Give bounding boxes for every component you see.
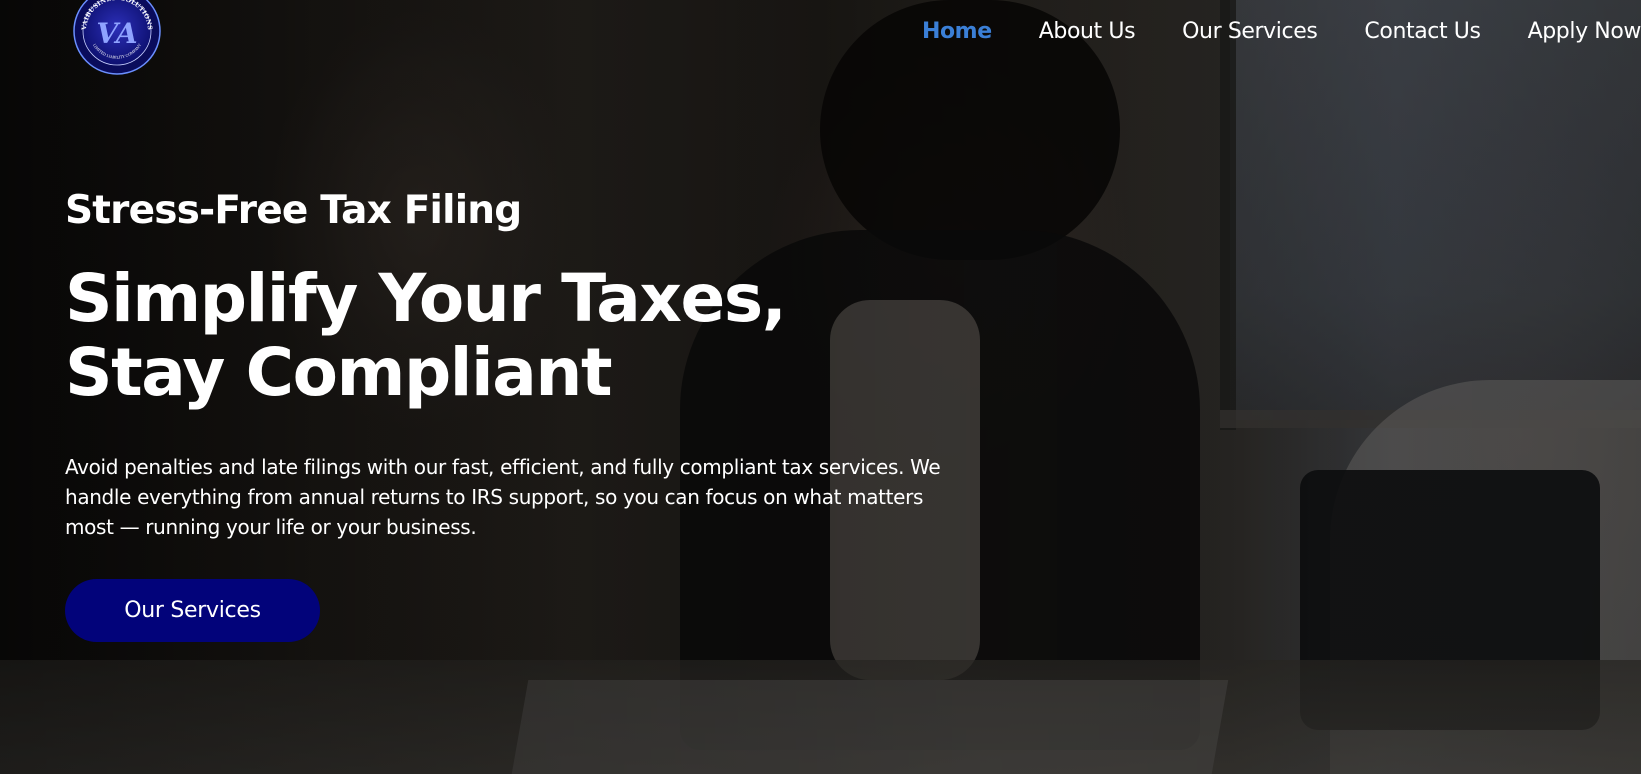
nav-item-contact-us[interactable]: Contact Us	[1364, 14, 1481, 50]
background-person-sleeve	[1330, 380, 1641, 774]
background-papers	[511, 680, 1229, 774]
nav-item-our-services[interactable]: Our Services	[1182, 14, 1318, 50]
hero-eyebrow: Stress-Free Tax Filing	[65, 188, 522, 233]
nav-item-about-us[interactable]: About Us	[1039, 14, 1136, 50]
background-window-frame	[1220, 0, 1236, 430]
main-navigation: Home About Us Our Services Contact Us Ap…	[875, 14, 1641, 50]
background-handbag	[1300, 470, 1600, 730]
hero-content: Stress-Free Tax Filing Simplify Your Tax…	[65, 186, 965, 642]
background-table	[0, 660, 1641, 774]
background-window	[1230, 0, 1641, 420]
company-logo[interactable]: VAIBUSINESSSOLUTIONS LIMITED LIABILITY C…	[72, 0, 162, 76]
nav-item-apply-now[interactable]: Apply Now	[1528, 14, 1641, 50]
background-window-sill	[1220, 410, 1641, 428]
logo-monogram: VA	[96, 17, 137, 50]
hero-headline: Simplify Your Taxes, Stay Compliant	[65, 260, 787, 411]
nav-item-home[interactable]: Home	[922, 14, 992, 50]
our-services-button[interactable]: Our Services	[65, 579, 320, 642]
hero-description: Avoid penalties and late filings with ou…	[65, 455, 941, 539]
hero-section: VAIBUSINESSSOLUTIONS LIMITED LIABILITY C…	[0, 0, 1641, 774]
